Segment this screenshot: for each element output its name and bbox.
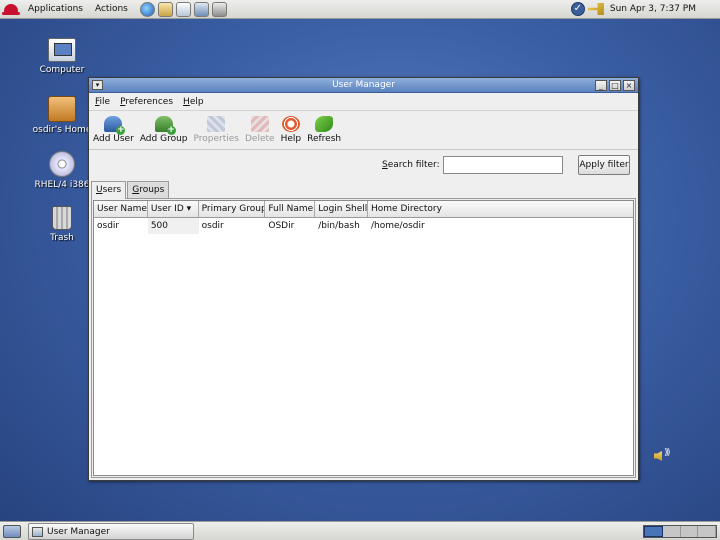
tool-label: Properties xyxy=(193,134,239,144)
users-tab-panel: User Name User ID Primary Group Full Nam… xyxy=(91,198,636,478)
key-icon[interactable] xyxy=(587,3,604,15)
web-browser-icon[interactable] xyxy=(139,1,155,17)
close-button[interactable]: × xyxy=(623,80,635,91)
refresh-button[interactable]: Refresh xyxy=(307,112,341,149)
tool-label: Delete xyxy=(244,134,275,144)
actions-menu[interactable]: Actions xyxy=(89,4,134,14)
tool-label: Add User xyxy=(93,134,134,144)
apply-filter-button[interactable]: Apply filter xyxy=(578,155,630,175)
users-table: User Name User ID Primary Group Full Nam… xyxy=(93,200,634,476)
tab-bar: Users Groups xyxy=(91,181,170,199)
workspace-4[interactable] xyxy=(698,526,716,537)
menu-help[interactable]: Help xyxy=(183,97,204,107)
desktop-icon-label: Computer xyxy=(39,65,85,75)
computer-icon xyxy=(48,38,76,62)
tool-label: Refresh xyxy=(307,134,342,144)
clock[interactable]: Sun Apr 3, 7:37 PM xyxy=(610,4,720,14)
user-manager-icon xyxy=(32,526,43,537)
cell-user-id: 500 xyxy=(147,218,199,234)
trash-icon xyxy=(52,206,72,230)
column-header-home-directory[interactable]: Home Directory xyxy=(368,201,633,217)
presentation-icon[interactable] xyxy=(193,1,209,17)
volume-icon[interactable] xyxy=(654,446,676,466)
window-titlebar[interactable]: ▾ User Manager _ □ × xyxy=(89,78,638,93)
workspace-switcher xyxy=(643,525,717,538)
column-header-full-name[interactable]: Full Name xyxy=(265,201,316,217)
search-filter-row: Search filter: Apply filter xyxy=(89,154,638,176)
menu-file[interactable]: File xyxy=(95,97,110,107)
cell-primary-group: osdir xyxy=(201,221,224,231)
window-controls: _ □ × xyxy=(593,80,635,91)
column-header-user-id[interactable]: User ID xyxy=(148,201,199,217)
delete-icon xyxy=(250,116,269,132)
tool-label: Help xyxy=(280,134,302,144)
system-tray: ✓ Sun Apr 3, 7:37 PM xyxy=(570,2,720,16)
window-title: User Manager xyxy=(332,80,395,90)
search-filter-input[interactable] xyxy=(443,156,563,174)
table-header: User Name User ID Primary Group Full Nam… xyxy=(94,201,633,218)
add-user-button[interactable]: Add User xyxy=(93,112,134,149)
column-header-user-name[interactable]: User Name xyxy=(94,201,148,217)
applications-menu[interactable]: Applications xyxy=(22,4,89,14)
cell-home-directory: /home/osdir xyxy=(371,221,425,231)
add-user-icon xyxy=(104,116,126,135)
taskbar-button-user-manager[interactable]: User Manager xyxy=(28,523,194,540)
properties-icon xyxy=(207,116,226,132)
launcher-bar xyxy=(139,1,230,17)
add-group-icon xyxy=(154,116,176,135)
workspace-3[interactable] xyxy=(681,526,699,537)
desktop-icon-computer[interactable]: Computer xyxy=(22,38,102,75)
workspace-2[interactable] xyxy=(663,526,681,537)
column-header-primary-group[interactable]: Primary Group xyxy=(199,201,266,217)
table-row[interactable]: osdir 500 osdir OSDir /bin/bash /home/os… xyxy=(94,218,633,234)
taskbar-label: User Manager xyxy=(47,526,110,537)
top-panel: Applications Actions ✓ Sun Apr 3, 7:37 P… xyxy=(0,0,720,19)
printer-icon[interactable] xyxy=(211,1,227,17)
delete-button[interactable]: Delete xyxy=(245,112,275,149)
help-icon xyxy=(281,116,300,132)
cell-full-name: OSDir xyxy=(268,221,295,231)
tab-groups[interactable]: Groups xyxy=(127,181,170,198)
add-group-button[interactable]: Add Group xyxy=(140,112,188,149)
email-icon[interactable] xyxy=(157,1,173,17)
search-filter-label: Search filter: xyxy=(382,160,440,170)
bottom-panel: User Manager xyxy=(0,521,720,540)
cell-user-name: osdir xyxy=(97,221,120,231)
minimize-button[interactable]: _ xyxy=(595,80,607,91)
refresh-icon xyxy=(315,116,334,132)
redhat-logo-icon[interactable] xyxy=(2,4,20,15)
column-header-login-shell[interactable]: Login Shell xyxy=(315,201,369,217)
toolbar: Add User Add Group Properties Delete Hel… xyxy=(89,112,638,150)
update-check-icon[interactable]: ✓ xyxy=(570,2,585,16)
maximize-button[interactable]: □ xyxy=(609,80,621,91)
help-button[interactable]: Help xyxy=(280,112,302,149)
menubar: File Preferences Help xyxy=(89,94,638,111)
document-icon[interactable] xyxy=(175,1,191,17)
menu-preferences[interactable]: Preferences xyxy=(120,97,173,107)
tab-users[interactable]: Users xyxy=(91,181,127,199)
home-folder-icon xyxy=(48,96,76,122)
cell-login-shell: /bin/bash xyxy=(318,221,360,231)
user-manager-window: ▾ User Manager _ □ × File Preferences He… xyxy=(88,77,639,481)
show-desktop-icon[interactable] xyxy=(3,525,21,538)
workspace-1[interactable] xyxy=(644,526,663,537)
properties-button[interactable]: Properties xyxy=(194,112,239,149)
tool-label: Add Group xyxy=(139,134,188,144)
cd-icon xyxy=(49,151,75,177)
